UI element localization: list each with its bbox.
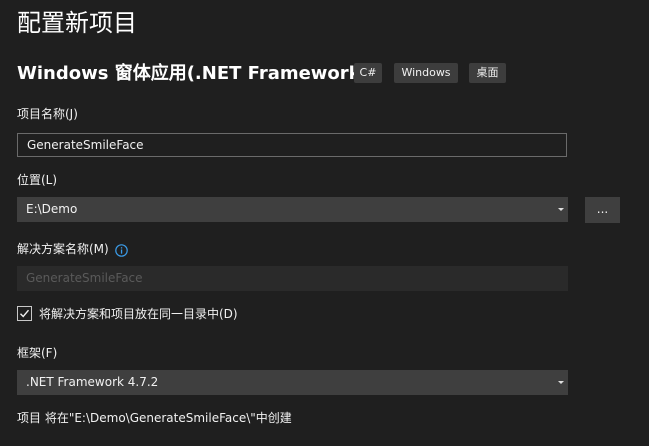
browse-button[interactable]: ... xyxy=(585,197,620,223)
same-directory-label[interactable]: 将解决方案和项目放在同一目录中(D) xyxy=(39,306,238,322)
checkmark-icon xyxy=(20,309,30,318)
tag-platform: Windows xyxy=(394,63,458,83)
solution-name-input: GenerateSmileFace xyxy=(17,266,568,291)
framework-value: .NET Framework 4.7.2 xyxy=(26,375,159,389)
solution-name-label: 解决方案名称(M) xyxy=(17,242,109,256)
page-title: 配置新项目 xyxy=(17,9,137,37)
project-name-input[interactable]: GenerateSmileFace xyxy=(17,133,567,157)
same-directory-checkbox[interactable] xyxy=(17,306,32,321)
location-combo[interactable]: E:\Demo xyxy=(17,197,568,222)
framework-label: 框架(F) xyxy=(17,346,58,360)
location-value: E:\Demo xyxy=(26,202,78,216)
location-label: 位置(L) xyxy=(17,173,58,187)
tag-project-type: 桌面 xyxy=(469,63,506,83)
project-name-label: 项目名称(J) xyxy=(17,107,78,121)
creation-path-note: 项目 将在"E:\Demo\GenerateSmileFace\"中创建 xyxy=(17,411,292,425)
framework-combo[interactable]: .NET Framework 4.7.2 xyxy=(17,370,568,395)
template-title: Windows 窗体应用(.NET Framework) xyxy=(17,63,369,84)
chevron-down-icon[interactable] xyxy=(558,381,564,384)
chevron-down-icon[interactable] xyxy=(558,208,564,211)
tag-language: C# xyxy=(354,63,382,83)
configure-project-page: 配置新项目 Windows 窗体应用(.NET Framework) C# Wi… xyxy=(0,0,649,446)
info-icon[interactable] xyxy=(115,242,128,257)
